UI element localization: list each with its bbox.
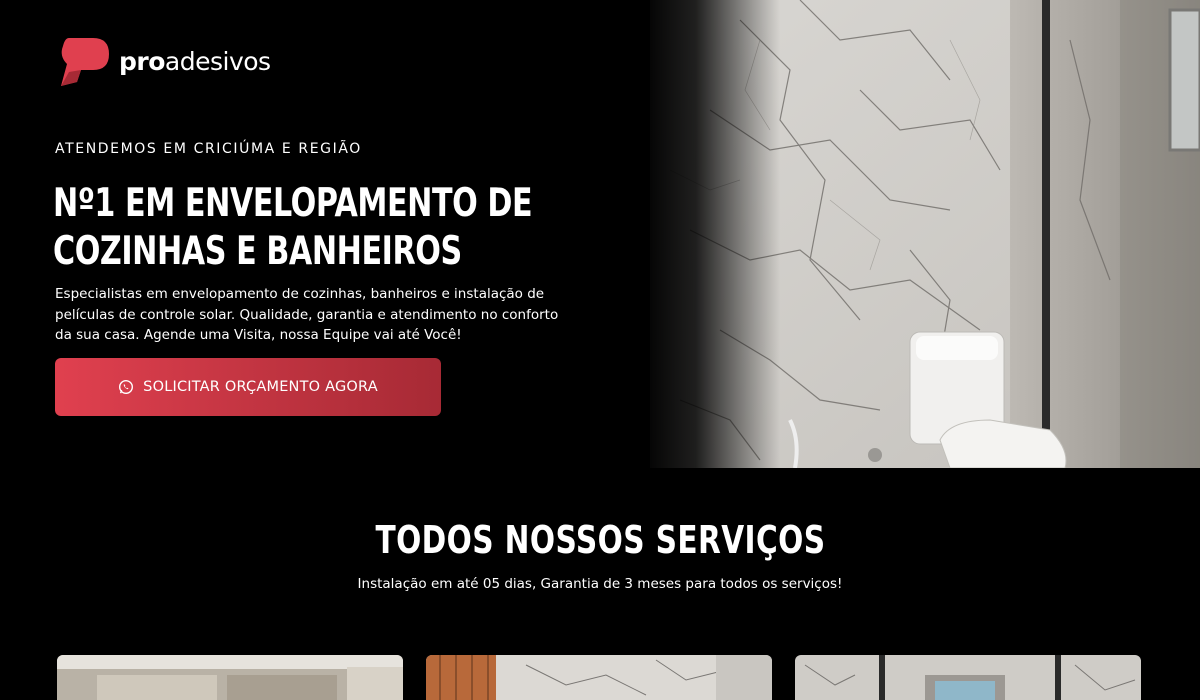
- hero-image-fade: [640, 0, 780, 468]
- hero-eyebrow: ATENDEMOS EM CRICIÚMA E REGIÃO: [55, 141, 362, 157]
- service-card-bathroom[interactable]: [426, 655, 772, 700]
- hero-headline: Nº1 EM ENVELOPAMENTO DE COZINHAS E BANHE…: [53, 180, 535, 276]
- services-subtitle: Instalação em até 05 dias, Garantia de 3…: [357, 576, 843, 592]
- request-quote-button[interactable]: SOLICITAR ORÇAMENTO AGORA: [55, 358, 441, 416]
- service-card-photo: [795, 655, 1141, 700]
- service-card-window-film[interactable]: [795, 655, 1141, 700]
- logo-wordmark: proadesivos: [119, 46, 271, 76]
- headline-line-1: Nº1 EM ENVELOPAMENTO DE: [53, 181, 533, 226]
- service-card-photo: [57, 655, 403, 700]
- hero-lead-text: Especialistas em envelopamento de cozinh…: [55, 286, 559, 343]
- brand-logo[interactable]: proadesivos: [55, 34, 271, 88]
- whatsapp-icon: [119, 379, 134, 395]
- logo-mark-icon: [61, 38, 109, 86]
- services-title: TODOS NOSSOS SERVIÇOS: [375, 518, 825, 562]
- hero-section: proadesivos ATENDEMOS EM CRICIÚMA E REGI…: [0, 0, 1200, 468]
- headline-line-2: COZINHAS E BANHEIROS: [53, 229, 462, 274]
- request-quote-label: SOLICITAR ORÇAMENTO AGORA: [143, 379, 378, 395]
- service-card-photo: [426, 655, 772, 700]
- service-card-kitchen[interactable]: [57, 655, 403, 700]
